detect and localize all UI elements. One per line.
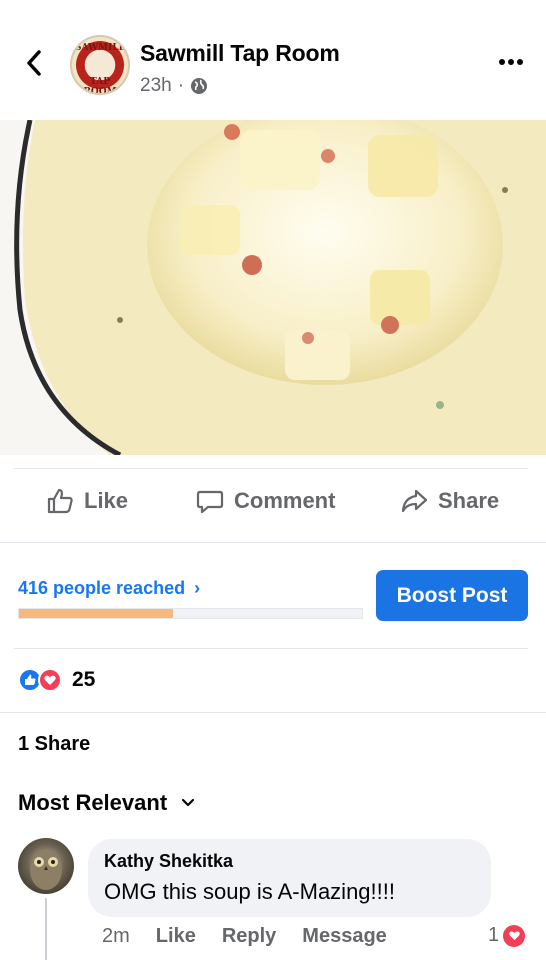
comment-text: OMG this soup is A-Mazing!!!! (104, 879, 395, 904)
comment-thread-line (45, 898, 47, 960)
divider (14, 648, 528, 649)
reach-progress-bar (18, 608, 363, 619)
comment-author[interactable]: Kathy Shekitka (104, 851, 233, 872)
globe-icon (191, 78, 208, 94)
divider (0, 712, 546, 713)
boost-post-button[interactable]: Boost Post (376, 570, 528, 621)
comment-message-button[interactable]: Message (302, 925, 387, 948)
reaction-count: 25 (72, 668, 96, 691)
post-photo[interactable] (0, 120, 546, 455)
divider (0, 542, 546, 543)
comment-time[interactable]: 2m (102, 925, 130, 948)
share-button[interactable]: Share (400, 475, 499, 527)
back-button[interactable] (20, 46, 50, 80)
people-reached-label: 416 people reached (18, 578, 186, 598)
chevron-right-icon: › (194, 578, 201, 598)
love-reaction-icon (38, 668, 62, 692)
commenter-avatar[interactable] (18, 838, 74, 894)
reaction-summary[interactable]: 25 (18, 668, 95, 692)
divider (14, 468, 528, 469)
more-dots-icon (499, 59, 523, 65)
logo-text-top: SAWMILL (75, 43, 125, 53)
thumbs-up-icon (47, 488, 73, 514)
owl-avatar-image (30, 850, 62, 890)
comment-actions: 2m Like Reply Message (102, 925, 387, 948)
chevron-left-icon (27, 50, 41, 76)
comment-reply-button[interactable]: Reply (222, 925, 276, 948)
reach-progress-fill (19, 609, 174, 618)
sort-label: Most Relevant (18, 790, 168, 815)
share-label: Share (438, 488, 500, 513)
comment-like-button[interactable]: Like (156, 925, 196, 948)
comment-sort-dropdown[interactable]: Most Relevant (18, 790, 195, 816)
share-count[interactable]: 1 Share (18, 733, 90, 756)
comment-label: Comment (234, 488, 336, 513)
love-reaction-icon (503, 924, 526, 947)
like-button[interactable]: Like (46, 475, 128, 527)
share-arrow-icon (401, 489, 428, 513)
page-name[interactable]: Sawmill Tap Room (140, 40, 340, 67)
comment-reaction-number: 1 (488, 924, 500, 946)
page-avatar[interactable]: SAWMILL TAP ROOM (70, 35, 130, 95)
post-actions: Like Comment Share (0, 475, 546, 527)
post-meta: 23h · (140, 75, 208, 97)
post-header: SAWMILL TAP ROOM Sawmill Tap Room 23h · (0, 0, 546, 120)
more-options-button[interactable] (496, 52, 528, 72)
logo-text-bottom: TAP ROOM (83, 77, 117, 95)
soup-image (0, 120, 546, 455)
comment-button[interactable]: Comment (196, 475, 335, 527)
people-reached-link[interactable]: 416 people reached › (18, 578, 200, 599)
post-time[interactable]: 23h (140, 75, 172, 97)
comment-bubble[interactable]: Kathy Shekitka OMG this soup is A-Mazing… (88, 839, 491, 917)
like-label: Like (84, 488, 129, 513)
comment-bubble-icon (196, 490, 224, 514)
chevron-down-icon (182, 798, 195, 807)
meta-separator: · (177, 75, 185, 96)
comment-reaction-count[interactable]: 1 (488, 924, 526, 947)
